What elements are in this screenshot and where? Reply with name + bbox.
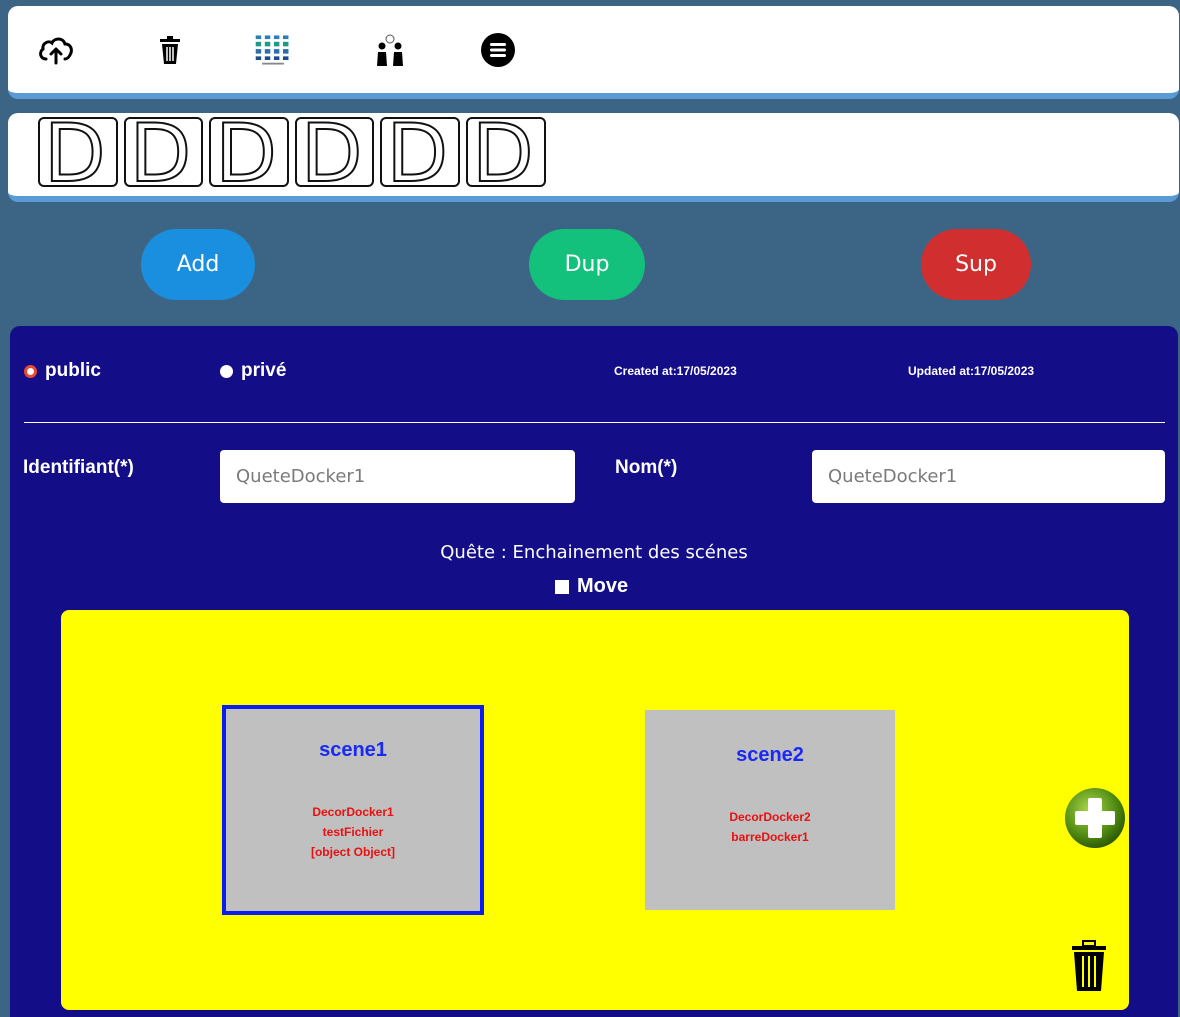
identifiant-label: Identifiant(*)	[23, 457, 134, 478]
banner-letter: D	[123, 113, 204, 195]
nom-label: Nom(*)	[615, 457, 678, 478]
add-scene-icon[interactable]	[1063, 786, 1127, 850]
scene-canvas[interactable]: scene1 DecorDocker1 testFichier [object …	[61, 610, 1129, 1010]
quest-panel: public privé Created at:17/05/2023 Updat…	[10, 326, 1178, 1017]
scene-items: DecorDocker1 testFichier [object Object]	[226, 802, 480, 862]
divider	[24, 422, 1165, 423]
banner-letters: DDDDDD	[38, 113, 552, 195]
people-icon[interactable]	[370, 30, 410, 70]
scene-card[interactable]: scene1 DecorDocker1 testFichier [object …	[222, 705, 484, 915]
app-logo[interactable]	[253, 30, 293, 70]
banner-letter: D	[294, 113, 375, 195]
move-label: Move	[577, 575, 629, 597]
radio-public[interactable]: public	[24, 360, 101, 382]
updated-at: Updated at:17/05/2023	[908, 364, 1035, 378]
scene-items: DecorDocker2 barreDocker1	[645, 807, 895, 847]
duplicate-button[interactable]: Dup	[529, 229, 645, 300]
banner-letter: D	[38, 113, 118, 195]
quest-title: Quête : Enchainement des scénes	[440, 542, 748, 563]
banner-letter: D	[380, 113, 461, 195]
scene-title: scene1	[319, 739, 387, 761]
title-banner: DDDDDD	[8, 113, 1179, 202]
created-at: Created at:17/05/2023	[614, 364, 737, 378]
scene-item: testFichier	[322, 825, 384, 839]
scene-item: barreDocker1	[731, 830, 809, 844]
menu-icon[interactable]	[478, 30, 518, 70]
radio-public-indicator[interactable]	[24, 364, 37, 378]
add-button[interactable]: Add	[141, 229, 255, 300]
scene-item: [object Object]	[310, 845, 395, 859]
scene-item: DecorDocker2	[729, 810, 811, 824]
top-toolbar	[8, 6, 1179, 99]
radio-prive[interactable]: privé	[220, 360, 286, 382]
banner-letter: D	[209, 113, 289, 195]
move-toggle[interactable]: Move	[555, 575, 628, 598]
move-checkbox[interactable]	[555, 579, 569, 594]
nom-input[interactable]	[812, 450, 1165, 503]
delete-button[interactable]: Sup	[921, 229, 1031, 300]
trash-icon[interactable]	[150, 30, 190, 70]
cloud-upload-icon[interactable]	[36, 30, 76, 70]
banner-letter: D	[466, 113, 546, 195]
scene-title: scene2	[736, 744, 804, 766]
radio-prive-indicator[interactable]	[220, 364, 233, 378]
trash-icon[interactable]	[1071, 940, 1111, 996]
identifiant-input[interactable]	[220, 450, 575, 503]
radio-prive-label: privé	[241, 360, 287, 381]
radio-public-label: public	[45, 360, 101, 381]
scene-item: DecorDocker1	[312, 805, 394, 819]
scene-card[interactable]: scene2 DecorDocker2 barreDocker1	[645, 710, 895, 910]
